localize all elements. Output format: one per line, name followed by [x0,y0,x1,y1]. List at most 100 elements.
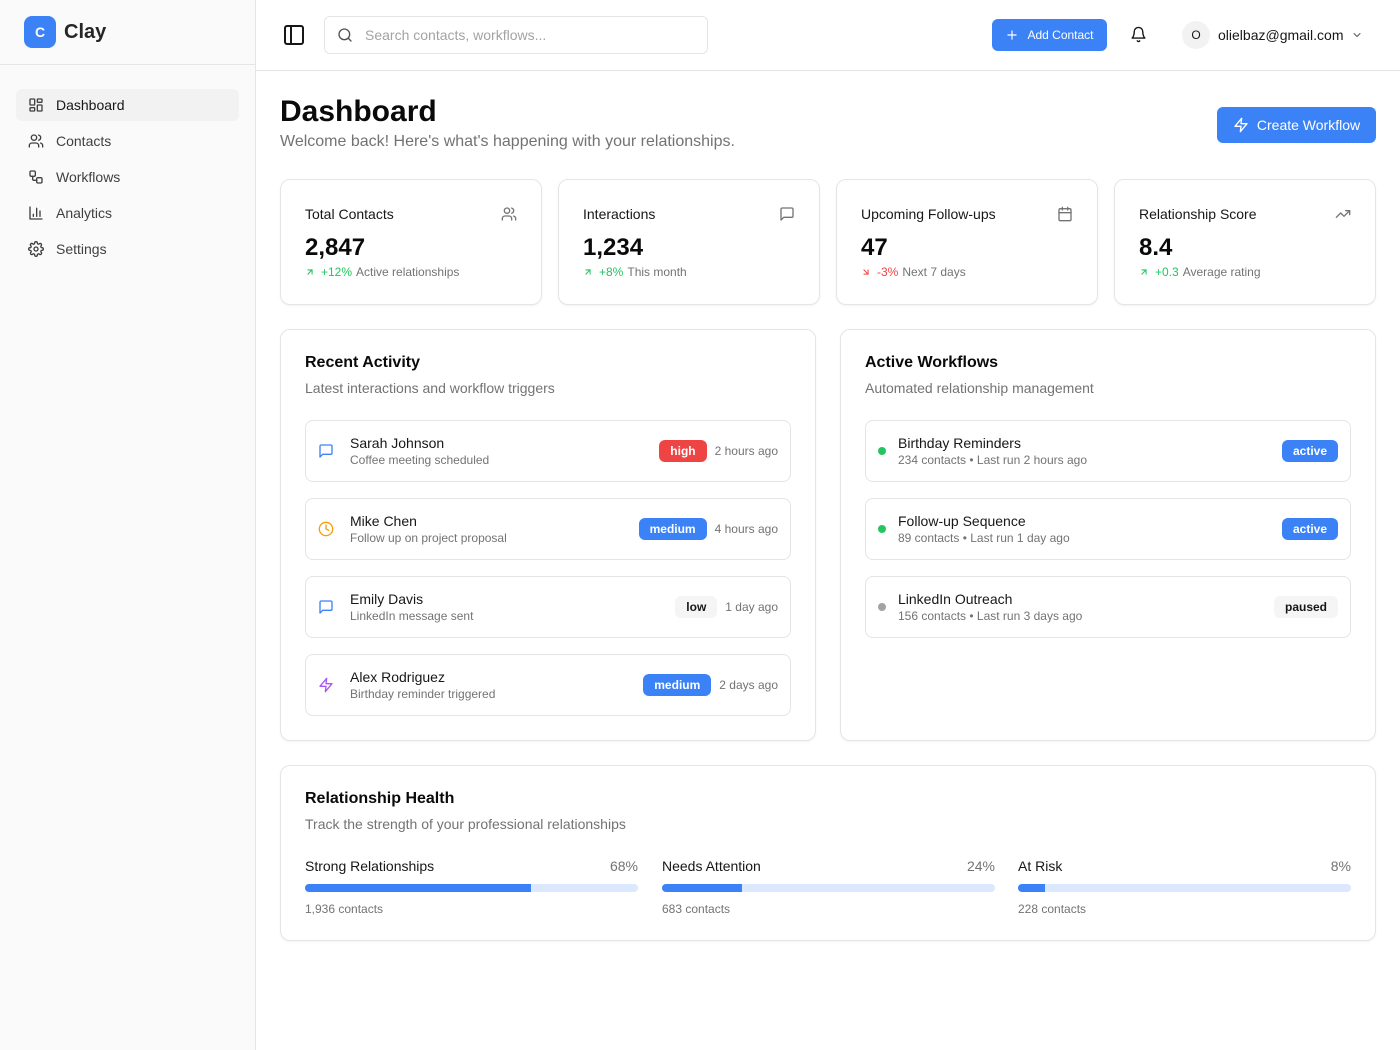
sidebar-item-dashboard[interactable]: Dashboard [16,89,239,121]
activity-time: 2 hours ago [714,444,778,458]
panel-title: Active Workflows [865,354,999,371]
stat-footer: -3% Next 7 days [861,265,966,279]
activity-desc: Follow up on project proposal [350,531,507,545]
stat-note: Active relationships [356,265,460,279]
create-workflow-button[interactable]: Create Workflow [1217,107,1376,143]
stat-change: +8% [599,265,624,279]
stat-card-total-contacts: Total Contacts 2,847 +12% Active relatio… [280,179,542,305]
chevron-down-icon [1353,33,1361,37]
trending-up-icon [1335,210,1351,218]
add-contact-button[interactable]: Add Contact [992,19,1107,51]
clock-icon [318,521,334,537]
arrow-up-right-icon [1141,269,1147,275]
activity-row-alex-rodriguez[interactable]: Alex Rodriguez Birthday reminder trigger… [305,654,791,716]
users-icon [501,207,517,221]
health-percent: 8% [1330,858,1351,874]
workflow-row-linkedin-outreach[interactable]: LinkedIn Outreach 156 contacts • Last ru… [865,576,1351,638]
activity-row-sarah-johnson[interactable]: Sarah Johnson Coffee meeting scheduled h… [305,420,791,482]
workflow-info: LinkedIn Outreach 156 contacts • Last ru… [898,591,1274,623]
stat-value: 47 [861,234,888,261]
workflow-desc: 234 contacts • Last run 2 hours ago [898,453,1087,467]
sidebar-item-contacts[interactable]: Contacts [16,125,239,157]
zap-icon [319,677,333,693]
bar-chart-icon [29,206,43,220]
workflow-info: Follow-up Sequence 89 contacts • Last ru… [898,513,1282,545]
panel-subtitle: Automated relationship management [865,380,1094,396]
top-header: Add Contact O olielbaz@gmail.com [256,0,1400,71]
workflow-desc: 156 contacts • Last run 3 days ago [898,609,1083,623]
user-menu[interactable]: O olielbaz@gmail.com [1182,19,1363,51]
sidebar-item-label: Analytics [56,205,113,221]
users-icon [28,134,44,148]
stat-value: 1,234 [583,234,644,261]
workflow-name: Birthday Reminders [898,435,1021,451]
sidebar-nav: Dashboard Contacts Workflows Analytics S… [0,65,255,293]
activity-desc: LinkedIn message sent [350,609,474,623]
health-head: Needs Attention 24% [662,858,995,874]
sidebar: C Clay Dashboard Contacts Workflows Anal… [0,0,256,1050]
brand-logo[interactable]: C [24,16,56,48]
sidebar-item-label: Dashboard [56,97,125,113]
message-icon [319,444,333,458]
panel-title: Relationship Health [305,790,455,807]
activity-row-mike-chen[interactable]: Mike Chen Follow up on project proposal … [305,498,791,560]
stat-note: Average rating [1182,265,1261,279]
sidebar-toggle-icon[interactable] [282,23,306,47]
stat-card-relationship-score: Relationship Score 8.4 +0.3 Average rati… [1114,179,1376,305]
arrow-up-right-icon [307,269,313,275]
search-input[interactable] [365,27,685,43]
status-dot [878,447,886,455]
panel-title: Recent Activity [305,354,420,371]
status-dot [878,525,886,533]
status-badge: active [1281,440,1338,462]
sidebar-item-workflows[interactable]: Workflows [16,161,239,193]
activity-row-emily-davis[interactable]: Emily Davis LinkedIn message sent low 1 … [305,576,791,638]
health-needs-attention: Needs Attention 24% 683 contacts [662,858,995,916]
sidebar-item-settings[interactable]: Settings [16,233,239,265]
health-name: Needs Attention [662,858,761,874]
health-count: 683 contacts [662,902,731,916]
stat-label: Interactions [583,206,656,222]
calendar-icon [1058,206,1072,222]
sidebar-item-label: Settings [56,241,107,257]
stat-card-follow-ups: Upcoming Follow-ups 47 -3% Next 7 days [836,179,1098,305]
search-box[interactable] [324,16,708,54]
health-at-risk: At Risk 8% 228 contacts [1018,858,1351,916]
status-badge: active [1281,518,1338,540]
workflow-desc: 89 contacts • Last run 1 day ago [898,531,1070,545]
arrow-down-right-icon [863,269,869,275]
health-head: At Risk 8% [1018,858,1351,874]
status-dot [878,603,886,611]
activity-info: Emily Davis LinkedIn message sent [350,591,675,623]
activity-time: 2 days ago [719,678,778,692]
workflow-row-birthday-reminders[interactable]: Birthday Reminders 234 contacts • Last r… [865,420,1351,482]
stat-change: +12% [321,265,353,279]
workflow-info: Birthday Reminders 234 contacts • Last r… [898,435,1282,467]
workflow-row-follow-up-sequence[interactable]: Follow-up Sequence 89 contacts • Last ru… [865,498,1351,560]
workflow-name: LinkedIn Outreach [898,591,1013,607]
create-workflow-label: Create Workflow [1256,117,1361,133]
activity-time: 4 hours ago [714,522,778,536]
priority-badge: medium [638,518,707,540]
brand: C Clay [0,0,255,65]
stat-change: -3% [877,265,899,279]
sidebar-item-analytics[interactable]: Analytics [16,197,239,229]
priority-badge: low [675,596,718,618]
activity-info: Sarah Johnson Coffee meeting scheduled [350,435,659,467]
add-contact-label: Add Contact [1027,28,1094,42]
message-icon [780,207,794,221]
progress-bar [662,884,995,892]
sidebar-item-label: Contacts [56,133,112,149]
contact-name: Sarah Johnson [350,435,445,451]
brand-name[interactable]: Clay [64,21,106,44]
health-percent: 24% [966,858,995,874]
dashboard-icon [29,98,43,112]
bell-icon[interactable] [1130,26,1147,43]
health-count: 1,936 contacts [305,902,384,916]
recent-activity-panel: Recent Activity Latest interactions and … [280,329,816,741]
search-icon [338,28,352,42]
health-head: Strong Relationships 68% [305,858,638,874]
progress-fill [1018,884,1045,892]
workflow-icon [29,170,43,184]
progress-fill [305,884,532,892]
